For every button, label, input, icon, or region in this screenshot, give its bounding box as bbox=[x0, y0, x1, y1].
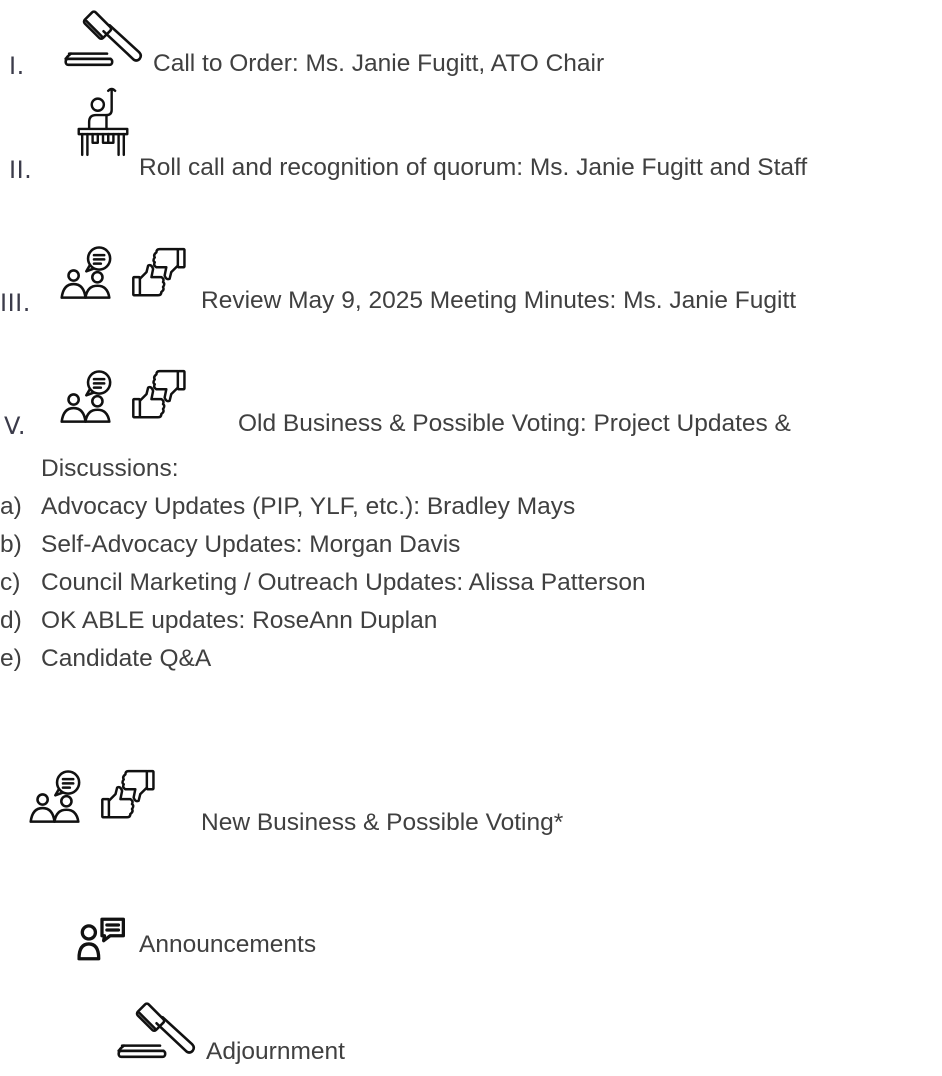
agenda-numeral-1: I. bbox=[9, 52, 25, 80]
roll-call-icon bbox=[77, 86, 129, 158]
subitem-text-d: OK ABLE updates: RoseAnn Duplan bbox=[41, 607, 438, 634]
thumbs-up-down-icon bbox=[99, 766, 165, 824]
thumbs-up-down-icon bbox=[130, 366, 196, 424]
discussion-people-icon bbox=[60, 368, 128, 426]
gavel-icon bbox=[117, 1000, 203, 1062]
subitem-marker-b: b) bbox=[0, 531, 22, 558]
agenda-numeral-3: III. bbox=[0, 289, 31, 317]
gavel-icon bbox=[64, 8, 150, 70]
subitem-text-b: Self-Advocacy Updates: Morgan Davis bbox=[41, 531, 461, 558]
discussion-people-icon bbox=[60, 244, 128, 302]
agenda-item-3-text: Review May 9, 2025 Meeting Minutes: Ms. … bbox=[201, 287, 797, 314]
agenda-numeral-2: II. bbox=[9, 156, 33, 184]
discussion-people-icon bbox=[29, 768, 97, 826]
agenda-numeral-4: V. bbox=[4, 412, 26, 440]
thumbs-up-down-icon bbox=[130, 244, 196, 302]
agenda-item-6-text: Announcements bbox=[139, 931, 317, 958]
subitem-marker-d: d) bbox=[0, 607, 22, 634]
agenda-item-1-text: Call to Order: Ms. Janie Fugitt, ATO Cha… bbox=[153, 50, 605, 77]
agenda-item-2-text: Roll call and recognition of quorum: Ms.… bbox=[139, 154, 808, 181]
subitem-marker-a: a) bbox=[0, 493, 22, 520]
agenda-item-5-text: New Business & Possible Voting* bbox=[201, 809, 564, 836]
agenda-item-4-text-line2: Discussions: bbox=[41, 455, 179, 482]
subitem-text-e: Candidate Q&A bbox=[41, 645, 212, 672]
subitem-text-c: Council Marketing / Outreach Updates: Al… bbox=[41, 569, 646, 596]
subitem-marker-c: c) bbox=[0, 569, 21, 596]
subitem-text-a: Advocacy Updates (PIP, YLF, etc.): Bradl… bbox=[41, 493, 576, 520]
subitem-marker-e: e) bbox=[0, 645, 22, 672]
announcement-icon bbox=[77, 916, 127, 962]
agenda-item-7-text: Adjournment bbox=[206, 1038, 345, 1065]
agenda-item-4-text-line1: Old Business & Possible Voting: Project … bbox=[238, 410, 791, 437]
